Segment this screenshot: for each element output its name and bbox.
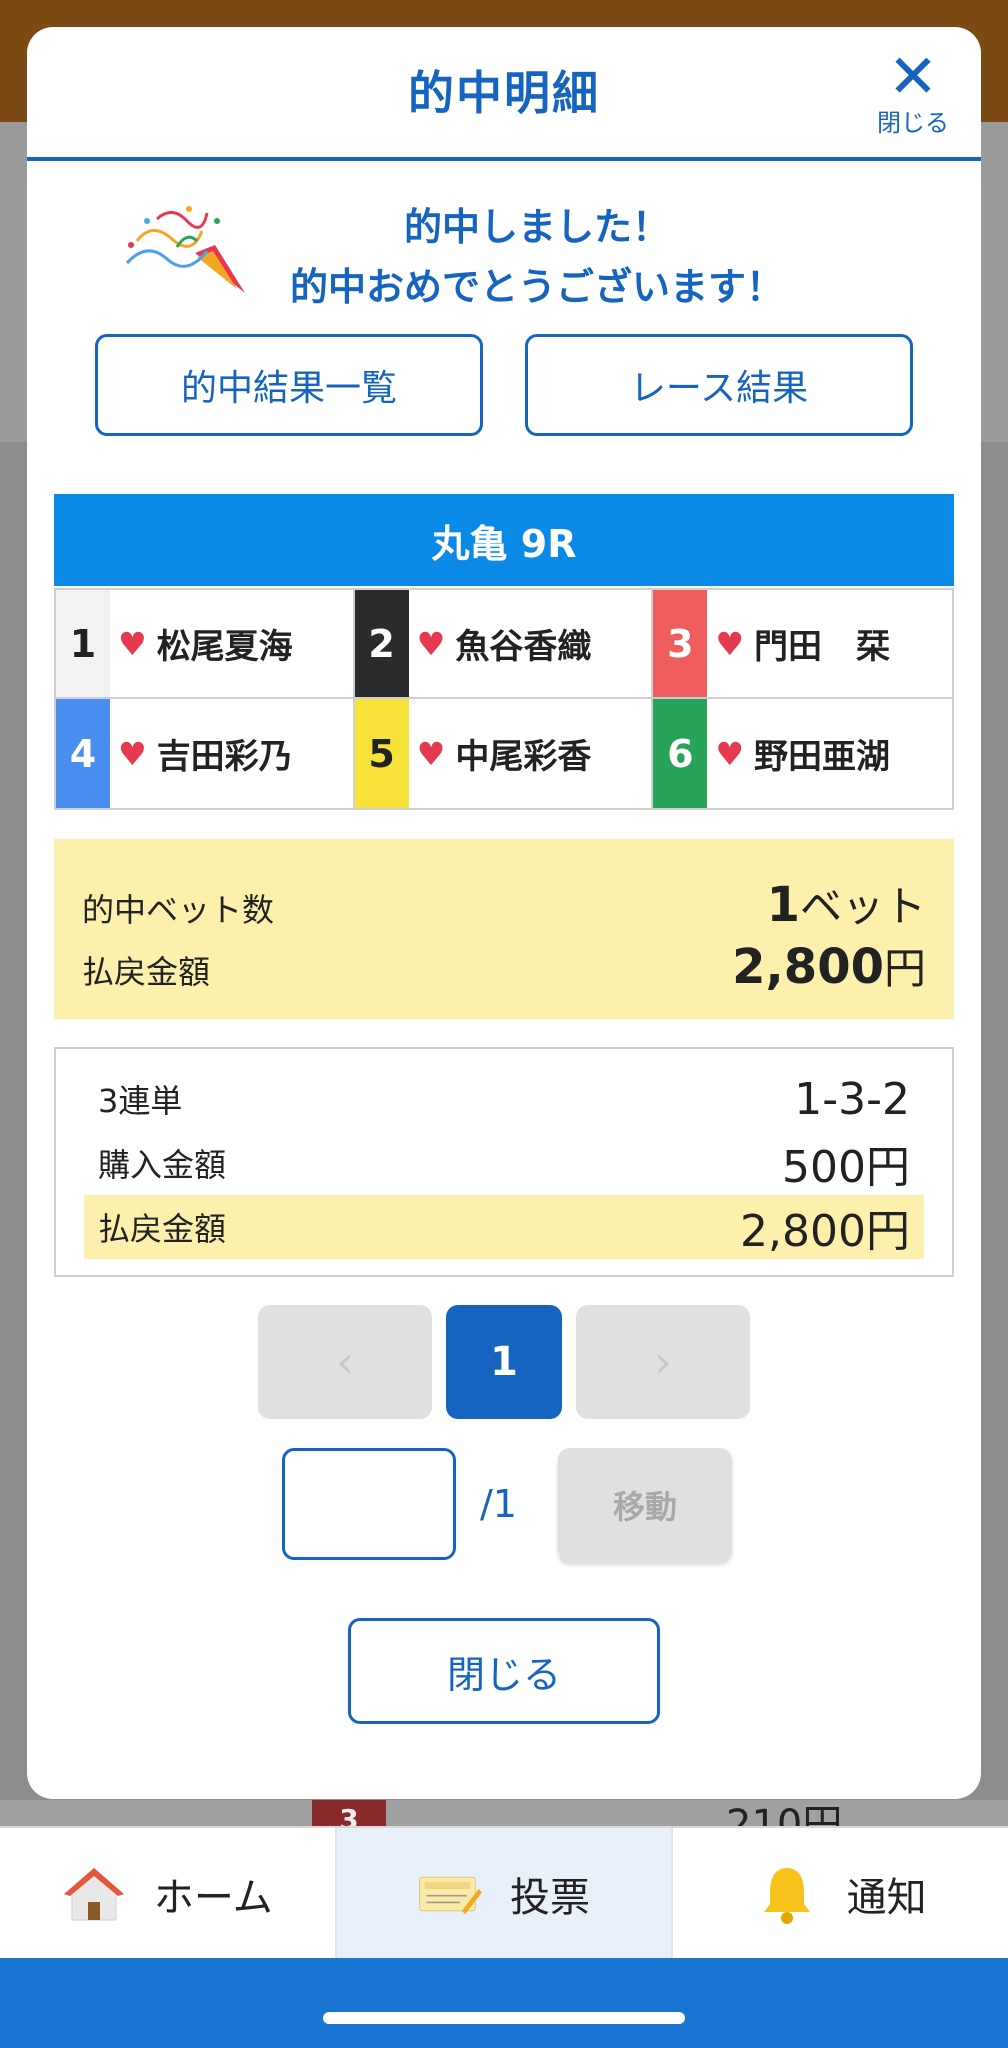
racer-name: 門田 栞 <box>754 627 891 667</box>
tab-home-label: ホーム <box>153 1875 273 1921</box>
system-bar <box>0 1958 1008 2048</box>
racer-number: 5 <box>354 699 409 808</box>
bet-count-value: 1 <box>766 877 800 933</box>
next-page-button[interactable]: › <box>576 1305 750 1419</box>
bet-count-row: 的中ベット数 1ベット <box>82 873 926 934</box>
heart-icon: ♥ <box>416 624 446 663</box>
tab-vote-label: 投票 <box>510 1875 590 1921</box>
purchase-label: 購入金額 <box>98 1146 227 1184</box>
chevron-right-icon: › <box>654 1336 672 1388</box>
bet-combination: 1-3-2 <box>794 1073 910 1125</box>
page-1-button[interactable]: 1 <box>446 1305 562 1419</box>
home-indicator[interactable] <box>323 2012 685 2024</box>
racer-cell: 3 ♥ 門田 栞 <box>653 590 952 699</box>
tab-vote[interactable]: 投票 <box>336 1828 674 1960</box>
racer-grid: 1 ♥ 松尾夏海 2 ♥ 魚谷香織 3 ♥ 門田 栞 4 ♥ 吉田彩乃 5 ♥ 中尾彩香 6 ♥ 野田亜湖 <box>54 588 954 810</box>
racer-number: 4 <box>56 699 110 808</box>
purchase-row: 購入金額 500円 <box>84 1131 924 1195</box>
payout-value-group: 2,800円 <box>732 935 926 996</box>
modal-title: 的中明細 <box>408 66 600 120</box>
bell-icon <box>755 1862 819 1926</box>
purchase-value: 500円 <box>782 1142 910 1193</box>
racer-cell: 4 ♥ 吉田彩乃 <box>56 699 355 808</box>
heart-icon: ♥ <box>118 734 147 773</box>
race-results-button[interactable]: レース結果 <box>525 334 913 436</box>
racer-cell: 5 ♥ 中尾彩香 <box>354 699 654 808</box>
heart-icon: ♥ <box>118 624 147 663</box>
payout-unit: 円 <box>883 944 926 993</box>
racer-cell: 2 ♥ 魚谷香織 <box>354 590 654 699</box>
hit-results-list-button[interactable]: 的中結果一覧 <box>95 334 483 436</box>
race-title: 丸亀 9R <box>54 494 954 586</box>
modal-header: 的中明細 ✕ 閉じる <box>27 27 981 161</box>
bet-type-label: 3連単 <box>98 1082 183 1120</box>
page-number-input[interactable] <box>282 1448 456 1560</box>
congrats-line-2: 的中おめでとうございます！ <box>289 265 784 309</box>
detail-payout-value: 2,800円 <box>740 1206 910 1257</box>
congrats-line-1: 的中しました！ <box>403 205 670 249</box>
detail-payout-row: 払戻金額 2,800円 <box>84 1195 924 1259</box>
ticket-icon <box>418 1862 482 1926</box>
payout-value: 2,800 <box>732 939 884 995</box>
racer-number: 1 <box>56 590 110 697</box>
close-top-label: 閉じる <box>877 109 949 137</box>
payout-label: 払戻金額 <box>82 953 211 991</box>
racer-number: 3 <box>653 590 708 697</box>
action-buttons: 的中結果一覧 レース結果 <box>95 334 913 440</box>
party-popper-icon <box>125 206 245 293</box>
heart-icon: ♥ <box>715 734 745 773</box>
racer-name: 中尾彩香 <box>455 737 592 777</box>
move-button[interactable]: 移動 <box>558 1448 732 1562</box>
bet-detail: 3連単 1-3-2 購入金額 500円 払戻金額 2,800円 <box>54 1047 954 1277</box>
bet-type-row: 3連単 1-3-2 <box>84 1067 924 1131</box>
tab-home[interactable]: ホーム <box>0 1828 337 1960</box>
racer-name: 魚谷香織 <box>455 627 592 667</box>
tab-notify-label: 通知 <box>846 1875 927 1921</box>
close-button[interactable]: 閉じる <box>348 1618 660 1724</box>
bottom-tab-bar: ホーム 投票 通知 <box>0 1826 1008 1960</box>
bet-count-label: 的中ベット数 <box>82 891 275 929</box>
racer-name: 松尾夏海 <box>156 627 293 667</box>
page-total: /1 <box>480 1482 517 1526</box>
chevron-left-icon: ‹ <box>336 1336 354 1388</box>
tab-notify[interactable]: 通知 <box>673 1828 1008 1960</box>
congrats-banner: 的中しました！ 的中おめでとうございます！ <box>27 161 981 321</box>
hit-summary: 的中ベット数 1ベット 払戻金額 2,800円 <box>54 839 954 1019</box>
heart-icon: ♥ <box>715 624 745 663</box>
bet-count-value-group: 1ベット <box>767 873 926 934</box>
close-top-button[interactable]: ✕ 閉じる <box>873 42 953 138</box>
prev-page-button[interactable]: ‹ <box>258 1305 432 1419</box>
racer-number: 6 <box>653 699 708 808</box>
detail-payout-label: 払戻金額 <box>98 1210 227 1248</box>
heart-icon: ♥ <box>416 734 446 773</box>
racer-number: 2 <box>354 590 409 697</box>
payout-row: 払戻金額 2,800円 <box>82 935 926 996</box>
bet-count-unit: ベット <box>799 882 926 931</box>
racer-name: 吉田彩乃 <box>156 737 293 777</box>
racer-cell: 6 ♥ 野田亜湖 <box>653 699 952 808</box>
racer-cell: 1 ♥ 松尾夏海 <box>56 590 355 699</box>
congrats-text: 的中しました！ 的中おめでとうございます！ <box>257 197 817 317</box>
home-icon <box>62 1862 126 1926</box>
racer-name: 野田亜湖 <box>754 737 891 777</box>
close-icon: ✕ <box>887 42 939 112</box>
